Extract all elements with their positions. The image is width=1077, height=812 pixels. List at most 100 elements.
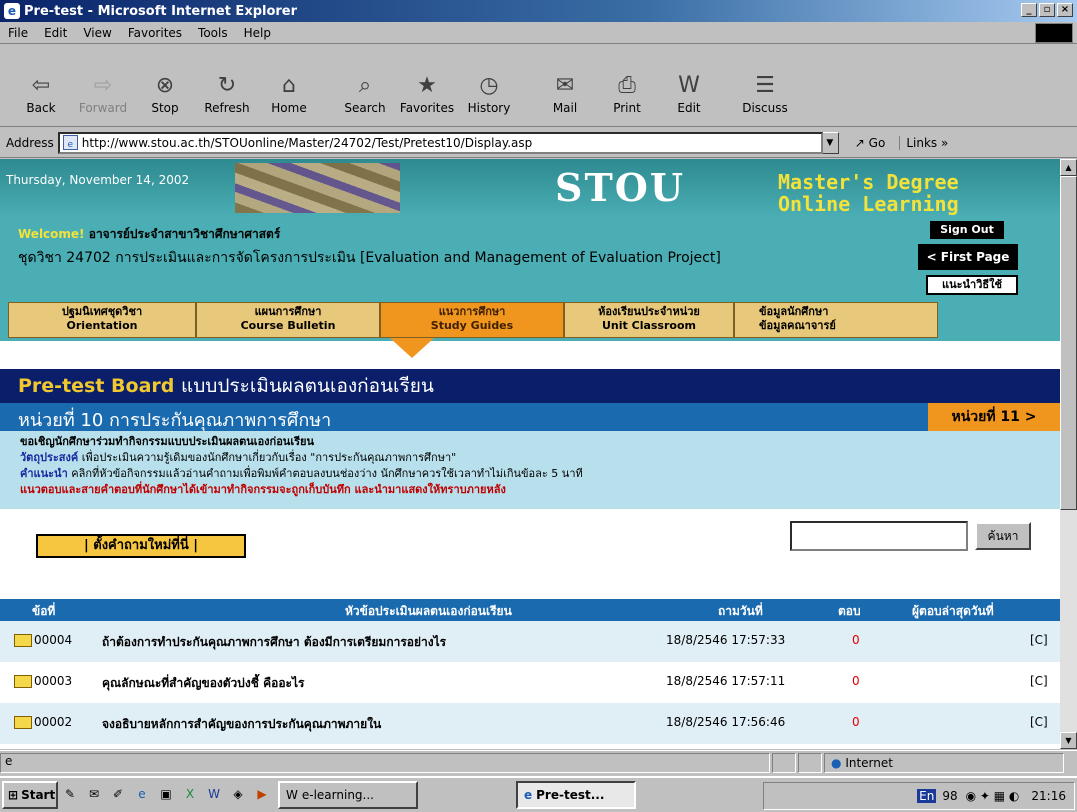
- instructions-box: ขอเชิญนักศึกษาร่วมทำกิจกรรมแบบประเมินผลต…: [0, 431, 1060, 509]
- go-button[interactable]: ↗ Go: [855, 136, 886, 150]
- excel-icon[interactable]: X: [182, 787, 198, 803]
- new-question-button[interactable]: | ตั้งคำถามใหม่ที่นี่ |: [36, 534, 246, 558]
- stop-icon: ⊗: [155, 73, 175, 98]
- windows-logo-icon: [1035, 23, 1073, 43]
- col-replies: ตอบ: [838, 604, 861, 618]
- print-button[interactable]: ⎙ Print: [596, 45, 658, 119]
- status-text: e: [0, 752, 770, 773]
- books-image: [235, 163, 400, 213]
- quicklaunch-icon[interactable]: ▣: [158, 787, 174, 803]
- course-title: ชุดวิชา 24702 การประเมินและการจัดโครงการ…: [18, 250, 721, 266]
- nav-orientation[interactable]: ปฐมนิเทศชุดวิชา Orientation: [8, 302, 196, 338]
- table-row[interactable]: 00004 ถ้าต้องการทำประกันคุณภาพการศึกษา ต…: [0, 621, 1060, 662]
- scroll-thumb[interactable]: [1060, 176, 1077, 510]
- back-button[interactable]: ⇦ Back: [10, 45, 72, 119]
- title-bar: e Pre-test - Microsoft Internet Explorer…: [0, 0, 1077, 22]
- ie-task-icon: e: [524, 788, 533, 802]
- menu-file[interactable]: File: [0, 26, 36, 40]
- current-date: Thursday, November 14, 2002: [6, 173, 190, 187]
- home-icon: ⌂: [282, 73, 296, 98]
- task-pre-test[interactable]: e Pre-test...: [516, 781, 636, 809]
- discuss-icon: ☰: [755, 73, 775, 98]
- page-icon: e: [62, 134, 78, 150]
- menu-favorites[interactable]: Favorites: [120, 26, 190, 40]
- status-pane: [772, 752, 796, 773]
- search-input[interactable]: [790, 521, 968, 551]
- mail-icon: ✉: [555, 73, 575, 98]
- status-pane: [798, 752, 822, 773]
- quicklaunch-icon[interactable]: ◈: [230, 787, 246, 803]
- maximize-button[interactable]: ▫: [1039, 3, 1055, 17]
- address-input[interactable]: e http://www.stou.ac.th/STOUonline/Master…: [57, 131, 823, 154]
- word-icon[interactable]: W: [206, 787, 222, 803]
- system-tray: En 98 ◉ ✦ ▦ ◐ 21:16: [763, 782, 1075, 810]
- search-button[interactable]: ⌕ Search: [334, 45, 396, 119]
- minimize-button[interactable]: _: [1021, 3, 1037, 17]
- start-button[interactable]: ⊞ Start: [2, 781, 58, 809]
- quicklaunch-icon[interactable]: ✎: [62, 787, 78, 803]
- quicklaunch-icon[interactable]: ✉: [86, 787, 102, 803]
- stop-button[interactable]: ⊗ Stop: [134, 45, 196, 119]
- powerpoint-icon[interactable]: ▶: [254, 787, 270, 803]
- back-arrow-icon: ⇦: [31, 73, 51, 98]
- row-topic-link[interactable]: จงอธิบายหลักการสำคัญของการประกันคุณภาพภา…: [102, 715, 381, 734]
- ie-quicklaunch-icon[interactable]: e: [134, 787, 150, 803]
- row-replies: 0: [852, 633, 860, 647]
- tray-icons[interactable]: ◉ ✦ ▦ ◐: [966, 789, 1020, 803]
- sign-out-button[interactable]: Sign Out: [930, 221, 1004, 239]
- forward-button[interactable]: ⇨ Forward: [72, 45, 134, 119]
- history-button[interactable]: ◷ History: [458, 45, 520, 119]
- row-last-reply[interactable]: [C]: [1030, 715, 1048, 729]
- row-last-reply[interactable]: [C]: [1030, 633, 1048, 647]
- nav-course-bulletin[interactable]: แผนการศึกษา Course Bulletin: [196, 302, 380, 338]
- mail-button[interactable]: ✉ Mail: [534, 45, 596, 119]
- favorites-icon: ★: [417, 73, 437, 98]
- nav-unit-classroom[interactable]: ห้องเรียนประจำหน่วย Unit Classroom: [564, 302, 734, 338]
- discuss-button[interactable]: ☰ Discuss: [734, 45, 796, 119]
- task-e-learning[interactable]: We-learning...: [278, 781, 418, 809]
- quicklaunch-icon[interactable]: ✐: [110, 787, 126, 803]
- row-date: 18/8/2546 17:56:46: [666, 715, 786, 729]
- logo-subtitle: Master's Degree Online Learning: [778, 170, 959, 216]
- manual-button[interactable]: แนะนำวิธีใช้: [926, 275, 1018, 295]
- row-topic-link[interactable]: คุณลักษณะที่สำคัญของตัวบ่งชี้ คืออะไร: [102, 674, 304, 693]
- windows-flag-icon: ⊞: [8, 788, 19, 802]
- globe-icon: ●: [831, 755, 842, 770]
- col-topic: หัวข้อประเมินผลตนเองก่อนเรียน: [345, 604, 512, 618]
- language-indicator[interactable]: En: [917, 789, 937, 803]
- first-page-button[interactable]: < First Page: [918, 244, 1018, 270]
- row-id: 00003: [14, 674, 72, 688]
- table-header: ข้อที่ หัวข้อประเมินผลตนเองก่อนเรียน ถาม…: [0, 599, 1060, 621]
- address-dropdown-button[interactable]: ▼: [820, 131, 839, 154]
- address-bar: Address e http://www.stou.ac.th/STOUonlin…: [0, 128, 1077, 158]
- links-button[interactable]: Links »: [899, 135, 948, 150]
- next-unit-link[interactable]: หน่วยที่ 11 >: [928, 403, 1060, 431]
- row-last-reply[interactable]: [C]: [1030, 674, 1048, 688]
- search-submit-button[interactable]: ค้นหา: [975, 522, 1031, 550]
- table-row[interactable]: 00002 จงอธิบายหลักการสำคัญของการประกันคุ…: [0, 703, 1060, 744]
- edit-button[interactable]: W Edit: [658, 45, 720, 119]
- folder-icon: [14, 634, 32, 647]
- row-id: 00002: [14, 715, 72, 729]
- print-icon: ⎙: [618, 73, 636, 98]
- scroll-down-button[interactable]: ▼: [1060, 732, 1077, 749]
- clock: 21:16: [1031, 789, 1066, 803]
- col-date: ถามวันที่: [718, 604, 763, 618]
- page-content: Thursday, November 14, 2002 STOU Master'…: [0, 159, 1060, 749]
- menu-help[interactable]: Help: [236, 26, 279, 40]
- menu-view[interactable]: View: [75, 26, 119, 40]
- menu-tools[interactable]: Tools: [190, 26, 236, 40]
- close-button[interactable]: ×: [1057, 3, 1073, 17]
- row-topic-link[interactable]: ถ้าต้องการทำประกันคุณภาพการศึกษา ต้องมีก…: [102, 633, 446, 652]
- stou-logo: STOU: [555, 165, 685, 210]
- refresh-button[interactable]: ↻ Refresh: [196, 45, 258, 119]
- menu-edit[interactable]: Edit: [36, 26, 75, 40]
- favorites-button[interactable]: ★ Favorites: [396, 45, 458, 119]
- nav-study-guides[interactable]: แนวการศึกษา Study Guides: [380, 302, 564, 338]
- scroll-up-button[interactable]: ▲: [1060, 159, 1077, 176]
- invitation-text: ขอเชิญนักศึกษาร่วมทำกิจกรรมแบบประเมินผลต…: [20, 435, 314, 448]
- nav-student-info[interactable]: ข้อมูลนักศึกษา ข้อมูลคณาจารย์: [734, 302, 938, 338]
- vertical-scrollbar[interactable]: ▲ ▼: [1060, 159, 1077, 749]
- table-row[interactable]: 00003 คุณลักษณะที่สำคัญของตัวบ่งชี้ คืออ…: [0, 662, 1060, 703]
- home-button[interactable]: ⌂ Home: [258, 45, 320, 119]
